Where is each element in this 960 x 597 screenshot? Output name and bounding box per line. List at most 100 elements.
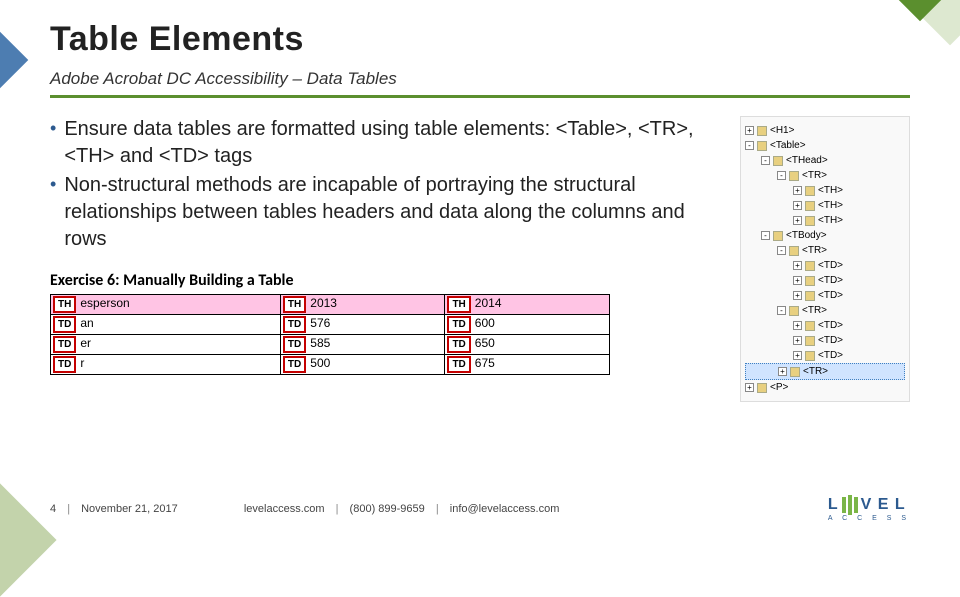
tree-item[interactable]: +<TD>	[745, 258, 905, 273]
tree-item[interactable]: +<TD>	[745, 273, 905, 288]
td-tag-box: TD	[283, 356, 306, 373]
tree-item[interactable]: + <TH>	[745, 213, 905, 228]
tree-item[interactable]: + <TH>	[745, 198, 905, 213]
tag-icon	[805, 351, 815, 361]
tag-icon	[773, 156, 783, 166]
tree-toggle-icon[interactable]: +	[778, 367, 787, 376]
cell-text: esperson	[76, 296, 129, 310]
th-tag-box: TH	[447, 296, 470, 313]
logo-text-right: V E L	[861, 496, 906, 514]
logo: L V E L A C C E S S	[828, 495, 910, 522]
logo-text-left: L	[828, 496, 839, 514]
table-cell: TD585	[280, 335, 445, 355]
footer: 4 | November 21, 2017 levelaccess.com | …	[50, 495, 910, 522]
tree-toggle-icon[interactable]: -	[761, 231, 770, 240]
title-underline	[50, 95, 910, 98]
footer-email: info@levelaccess.com	[450, 503, 560, 515]
cell-text: an	[76, 316, 93, 330]
footer-sep: |	[336, 503, 339, 515]
cell-text: 650	[471, 336, 495, 350]
table-cell: TD675	[445, 355, 610, 375]
tree-item[interactable]: -<TBody>	[745, 228, 905, 243]
tree-item[interactable]: + <H1>	[745, 123, 905, 138]
cell-text: 2013	[306, 296, 337, 310]
tag-icon	[805, 201, 815, 211]
tree-item[interactable]: -<TR>	[745, 243, 905, 258]
tag-icon	[805, 261, 815, 271]
tree-label: <TD>	[818, 288, 843, 303]
table-cell: TDer	[51, 335, 281, 355]
bullet-item: • Non-structural methods are incapable o…	[50, 172, 720, 253]
slide-subtitle: Adobe Acrobat DC Accessibility – Data Ta…	[50, 69, 910, 89]
tag-icon	[805, 321, 815, 331]
tag-icon	[805, 291, 815, 301]
td-tag-box: TD	[283, 336, 306, 353]
tree-toggle-icon[interactable]: +	[793, 261, 802, 270]
tag-icon	[805, 216, 815, 226]
tree-toggle-icon[interactable]: +	[793, 216, 802, 225]
tag-icon	[790, 367, 800, 377]
logo-bars-icon	[841, 495, 859, 515]
tree-item[interactable]: + <TD>	[745, 288, 905, 303]
example-table: THespersonTH2013TH2014TDanTD576TD600TDer…	[50, 294, 610, 375]
tree-item[interactable]: - <TR>	[745, 168, 905, 183]
footer-phone: (800) 899-9659	[350, 503, 425, 515]
table-cell: TD600	[445, 315, 610, 335]
tree-item[interactable]: + <TD>	[745, 318, 905, 333]
tree-label: <TD>	[818, 348, 843, 363]
cell-text: 585	[306, 336, 330, 350]
slide: Table Elements Adobe Acrobat DC Accessib…	[0, 0, 960, 540]
table-cell: TDr	[51, 355, 281, 375]
footer-left: 4 | November 21, 2017 levelaccess.com | …	[50, 503, 559, 515]
tree-toggle-icon[interactable]: +	[793, 291, 802, 300]
tree-toggle-icon[interactable]: -	[777, 171, 786, 180]
footer-sep: |	[67, 503, 70, 515]
bullet-list: • Ensure data tables are formatted using…	[50, 116, 720, 253]
exercise-title: Exercise 6: Manually Building a Table	[50, 271, 720, 290]
cell-text: 576	[306, 316, 330, 330]
tree-item[interactable]: +<TD>	[745, 333, 905, 348]
tree-item[interactable]: + <TD>	[745, 348, 905, 363]
table-cell: THesperson	[51, 295, 281, 315]
tree-toggle-icon[interactable]: +	[793, 321, 802, 330]
tree-toggle-icon[interactable]: -	[745, 141, 754, 150]
tree-toggle-icon[interactable]: -	[777, 306, 786, 315]
tree-toggle-icon[interactable]: -	[761, 156, 770, 165]
cell-text: 600	[471, 316, 495, 330]
cell-text: er	[76, 336, 91, 350]
tree-label: <TR>	[802, 168, 827, 183]
tree-label: <H1>	[770, 123, 794, 138]
tree-item[interactable]: -<THead>	[745, 153, 905, 168]
table-cell: TD650	[445, 335, 610, 355]
bullet-item: • Ensure data tables are formatted using…	[50, 116, 720, 170]
tree-label: <Table>	[770, 138, 806, 153]
table-cell: TD576	[280, 315, 445, 335]
tag-tree: +<H1>-<Table>-<THead>-<TR>+<TH>+<TH>+<TH…	[740, 116, 910, 402]
tree-label: <TR>	[803, 364, 828, 379]
tag-icon	[757, 126, 767, 136]
tag-icon	[789, 171, 799, 181]
tree-label: <TD>	[818, 318, 843, 333]
logo-subtext: A C C E S S	[828, 515, 910, 522]
td-tag-box: TD	[447, 316, 470, 333]
tree-item[interactable]: +<P>	[745, 380, 905, 395]
td-tag-box: TD	[53, 356, 76, 373]
tag-icon	[757, 141, 767, 151]
tree-item[interactable]: -<TR>	[745, 303, 905, 318]
tree-toggle-icon[interactable]: +	[793, 186, 802, 195]
tree-item[interactable]: +<TH>	[745, 183, 905, 198]
tree-toggle-icon[interactable]: +	[745, 126, 754, 135]
tree-toggle-icon[interactable]: +	[793, 336, 802, 345]
tree-toggle-icon[interactable]: +	[793, 351, 802, 360]
tree-label: <TH>	[818, 198, 843, 213]
table-cell: TH2014	[445, 295, 610, 315]
tree-item[interactable]: + <TR>	[745, 363, 905, 380]
tree-toggle-icon[interactable]: -	[777, 246, 786, 255]
tree-toggle-icon[interactable]: +	[745, 383, 754, 392]
td-tag-box: TD	[53, 336, 76, 353]
tree-item[interactable]: - <Table>	[745, 138, 905, 153]
tree-label: <TH>	[818, 213, 843, 228]
tree-toggle-icon[interactable]: +	[793, 276, 802, 285]
tag-icon	[773, 231, 783, 241]
tree-toggle-icon[interactable]: +	[793, 201, 802, 210]
